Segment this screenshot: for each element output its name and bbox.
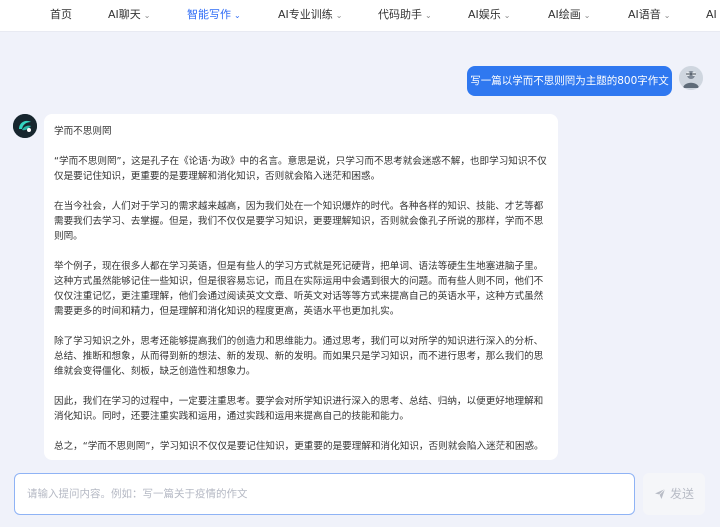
chevron-down-icon: ⌄ — [663, 11, 671, 20]
nav-item-label: AI专业训练 — [278, 8, 333, 21]
bot-reply-bubble: 学而不思则罔 “学而不思则罔”，这是孔子在《论语·为政》中的名言。意思是说，只学… — [44, 114, 558, 460]
user-avatar — [679, 66, 703, 90]
essay-paragraph: “学而不思则罔”，这是孔子在《论语·为政》中的名言。意思是说，只学习而不思考就会… — [54, 156, 547, 182]
top-nav: 首页 AI聊天 ⌄ 智能写作 ⌄ AI专业训练 ⌄ 代码助手 ⌄ AI娱乐 ⌄ AI绘画 ⌄… — [0, 0, 720, 32]
chat-area[interactable]: 写一篇以学而不思则罔为主题的800字作文 学而不思则罔 “学而不思则罔”，这是孔… — [0, 32, 720, 460]
chevron-down-icon: ⌄ — [503, 11, 511, 20]
essay-paragraph: 在当今社会，人们对于学习的需求越来越高，因为我们处在一个知识爆炸的时代。各种各样… — [54, 201, 544, 242]
nav-item-label: 智能写作 — [187, 8, 231, 21]
paper-plane-icon — [654, 488, 666, 499]
nav-item-label: 首页 — [50, 8, 72, 21]
bot-avatar — [13, 114, 37, 138]
nav-item-more[interactable]: AI — [706, 7, 717, 23]
question-input[interactable] — [14, 473, 635, 515]
nav-item-label: AI聊天 — [108, 8, 141, 21]
nav-item-label: 代码助手 — [378, 8, 422, 21]
nav-item-ai-painting[interactable]: AI绘画 ⌄ — [548, 7, 590, 24]
essay-paragraph: 总之，“学而不思则罔”，学习知识不仅仅是要记住知识，更重要的是要理解和消化知识，… — [54, 441, 544, 452]
chevron-down-icon: ⌄ — [425, 11, 432, 20]
user-avatar-icon — [679, 66, 703, 90]
nav-item-label: AI绘画 — [548, 8, 581, 21]
chevron-down-icon: ⌄ — [583, 11, 591, 20]
essay-paragraph: 除了学习知识之外，思考还能够提高我们的创造力和思维能力。通过思考，我们可以对所学… — [54, 336, 544, 377]
nav-item-home[interactable]: 首页 — [50, 7, 72, 23]
nav-item-smart-writing[interactable]: 智能写作 ⌄ — [187, 7, 241, 24]
bot-logo-icon — [13, 114, 37, 138]
send-button[interactable]: 发送 — [643, 473, 705, 515]
chevron-down-icon: ⌄ — [234, 11, 241, 20]
send-button-label: 发送 — [669, 487, 694, 501]
nav-item-ai-voice[interactable]: AI语音 ⌄ — [628, 7, 670, 24]
nav-item-label: AI娱乐 — [468, 8, 501, 21]
nav-item-ai-entertainment[interactable]: AI娱乐 ⌄ — [468, 7, 510, 24]
nav-item-code-assistant[interactable]: 代码助手 ⌄ — [378, 7, 432, 24]
essay-paragraph: 举个例子，现在很多人都在学习英语，但是有些人的学习方式就是死记硬背，把单词、语法… — [54, 261, 544, 317]
user-message-bubble: 写一篇以学而不思则罔为主题的800字作文 — [467, 66, 672, 96]
chevron-down-icon: ⌄ — [143, 11, 151, 20]
essay-paragraph: 因此，我们在学习的过程中，一定要注重思考。要学会对所学知识进行深入的思考、总结、… — [54, 396, 544, 422]
nav-item-label: AI语音 — [628, 8, 661, 21]
chevron-down-icon: ⌄ — [335, 11, 343, 20]
essay-title: 学而不思则罔 — [54, 126, 112, 137]
nav-item-label: AI — [706, 8, 717, 21]
nav-item-ai-chat[interactable]: AI聊天 ⌄ — [108, 7, 150, 24]
nav-item-ai-training[interactable]: AI专业训练 ⌄ — [278, 7, 342, 24]
